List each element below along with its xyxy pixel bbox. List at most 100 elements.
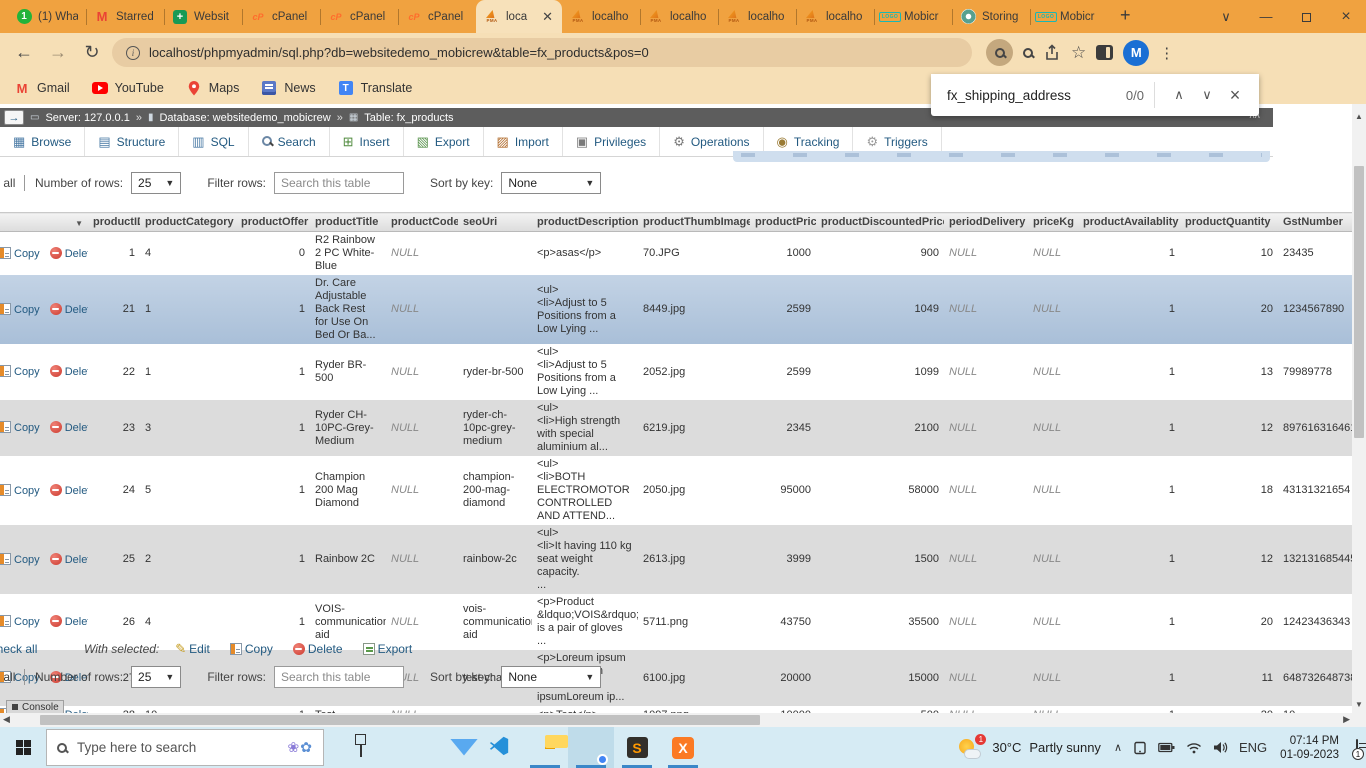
header-productOffer[interactable]: productOffer — [236, 213, 310, 232]
forward-icon[interactable]: → — [44, 39, 72, 67]
reload-icon[interactable]: ↻ — [78, 39, 106, 67]
weather-widget[interactable]: 1 30°C Partly sunny — [958, 737, 1101, 759]
browser-tab-4[interactable]: cPcPanel — [320, 0, 398, 33]
header-productDescription[interactable]: productDescription — [532, 213, 638, 232]
header-productCode[interactable]: productCode — [386, 213, 458, 232]
tab-search-icon[interactable]: ∨ — [1206, 9, 1246, 25]
scroll-left-icon[interactable]: ◀ — [3, 714, 10, 725]
edit-selected-link[interactable]: ✎Edit — [175, 641, 210, 657]
maximize-icon[interactable] — [1286, 9, 1326, 24]
bookmark-news[interactable]: News — [261, 80, 315, 96]
browser-tab-7[interactable]: PMAlocalho — [562, 0, 640, 33]
delete-selected-link[interactable]: Delete — [293, 642, 343, 656]
header-productAvailablity[interactable]: productAvailablity — [1078, 213, 1180, 232]
pma-tab-import[interactable]: ▨Import — [484, 127, 563, 156]
scroll-up-icon[interactable]: ▲ — [1355, 112, 1363, 121]
profile-avatar[interactable]: M — [1123, 40, 1149, 66]
scroll-right-icon[interactable]: ▶ — [1343, 714, 1350, 725]
copy-row-link[interactable]: Copy — [14, 422, 40, 434]
device-icon[interactable] — [1133, 741, 1147, 755]
show-all-label[interactable]: Show all — [0, 176, 16, 190]
browser-menu-icon[interactable]: ⋮ — [1159, 44, 1174, 62]
notification-center[interactable]: 1 — [1356, 740, 1358, 755]
header-productID[interactable]: productID — [88, 213, 140, 232]
horizontal-scrollbar-thumb[interactable] — [40, 715, 760, 725]
browser-tab-3[interactable]: cPcPanel — [242, 0, 320, 33]
url-bar[interactable]: i localhost/phpmyadmin/sql.php?db=websit… — [112, 38, 972, 67]
bookmark-star-icon[interactable]: ☆ — [1071, 43, 1086, 63]
browser-tab-10[interactable]: PMAlocalho — [796, 0, 874, 33]
bookmark-youtube[interactable]: YouTube — [92, 80, 164, 96]
taskbar-app-explorer[interactable] — [522, 727, 568, 768]
pma-tab-structure[interactable]: ▤Structure — [85, 127, 179, 156]
taskbar-app-mail[interactable] — [430, 727, 476, 768]
options-caret-icon[interactable]: ▼ — [75, 219, 83, 228]
taskbar-app-edge[interactable] — [384, 727, 430, 768]
find-input[interactable] — [947, 88, 1097, 103]
copy-row-link[interactable]: Copy — [14, 554, 40, 566]
pma-tab-search[interactable]: Search — [249, 127, 330, 156]
side-panel-icon[interactable] — [1096, 45, 1113, 60]
taskbar-app-task-view[interactable] — [338, 727, 384, 768]
copy-row-link[interactable]: Copy — [14, 366, 40, 378]
pma-tab-sql[interactable]: ▥SQL — [179, 127, 248, 156]
header-seoUri[interactable]: seoUri — [458, 213, 532, 232]
share-icon[interactable] — [1043, 44, 1061, 62]
delete-row-link[interactable]: Delete — [65, 616, 88, 628]
delete-row-link[interactable]: Delete — [65, 485, 88, 497]
bookmark-gmail[interactable]: MGmail — [14, 80, 70, 96]
filter-input[interactable] — [274, 666, 404, 688]
delete-row-link[interactable]: Delete — [65, 422, 88, 434]
horizontal-scrollbar[interactable]: ◀ ▶ — [0, 713, 1366, 727]
back-icon[interactable]: ← — [10, 39, 38, 67]
header-productQuantity[interactable]: productQuantity — [1180, 213, 1278, 232]
copy-selected-link[interactable]: Copy — [230, 642, 273, 656]
site-info-icon[interactable]: i — [126, 46, 140, 60]
header-periodDelivery[interactable]: periodDelivery — [944, 213, 1028, 232]
nav-panel-toggle[interactable]: → — [4, 110, 24, 125]
browser-tab-1[interactable]: MStarred — [86, 0, 164, 33]
header-priceKg[interactable]: priceKg — [1028, 213, 1078, 232]
rows-select[interactable]: 25▼ — [131, 666, 181, 688]
language-indicator[interactable]: ENG — [1239, 740, 1267, 755]
header-productTitle[interactable]: productTitle — [310, 213, 386, 232]
pma-tab-insert[interactable]: ⊞Insert — [330, 127, 404, 156]
browser-tab-13[interactable]: LOGOMobicr — [1030, 0, 1108, 33]
taskbar-app-chrome[interactable] — [568, 727, 614, 768]
browser-tab-2[interactable]: +Websit — [164, 0, 242, 33]
wifi-icon[interactable] — [1186, 742, 1202, 754]
tray-expand-icon[interactable]: ∧ — [1114, 741, 1122, 754]
filter-input[interactable] — [274, 172, 404, 194]
find-previous-icon[interactable]: ∧ — [1165, 87, 1193, 103]
header-productCategory[interactable]: productCategory — [140, 213, 236, 232]
tab-close-icon[interactable]: ✕ — [541, 9, 554, 25]
delete-row-link[interactable]: Delete — [65, 366, 88, 378]
breadcrumb-table[interactable]: Table: fx_products — [364, 112, 453, 124]
taskbar-app-vscode[interactable] — [476, 727, 522, 768]
bookmark-translate[interactable]: TTranslate — [338, 80, 413, 96]
header-productPrice[interactable]: productPrice — [750, 213, 816, 232]
browser-tab-8[interactable]: PMAlocalho — [640, 0, 718, 33]
browser-tab-12[interactable]: Storing — [952, 0, 1030, 33]
breadcrumb-server[interactable]: Server: 127.0.0.1 — [45, 112, 129, 124]
taskbar-clock[interactable]: 07:14 PM 01-09-2023 — [1280, 734, 1339, 762]
pma-tab-privileges[interactable]: ▣Privileges — [563, 127, 660, 156]
sort-select[interactable]: None▼ — [501, 666, 601, 688]
pma-tab-browse[interactable]: ▦Browse — [0, 127, 85, 156]
vertical-scrollbar-thumb[interactable] — [1354, 166, 1364, 438]
zoom-icon[interactable] — [1023, 48, 1033, 58]
delete-row-link[interactable]: Delete — [65, 304, 88, 316]
browser-tab-9[interactable]: PMAlocalho — [718, 0, 796, 33]
copy-row-link[interactable]: Copy — [14, 248, 40, 260]
delete-row-link[interactable]: Delete — [65, 248, 88, 260]
export-selected-link[interactable]: Export — [363, 642, 413, 656]
breadcrumb-database[interactable]: Database: websitedemo_mobicrew — [159, 112, 330, 124]
copy-row-link[interactable]: Copy — [14, 304, 40, 316]
find-in-page-icon[interactable] — [986, 39, 1013, 66]
browser-tab-6[interactable]: PMAloca✕ — [476, 0, 562, 33]
console-tab[interactable]: Console — [6, 700, 64, 713]
sort-select[interactable]: None▼ — [501, 172, 601, 194]
browser-tab-11[interactable]: LOGOMobicr — [874, 0, 952, 33]
scroll-down-icon[interactable]: ▼ — [1355, 700, 1363, 709]
check-all-link[interactable]: Check all — [0, 642, 52, 656]
